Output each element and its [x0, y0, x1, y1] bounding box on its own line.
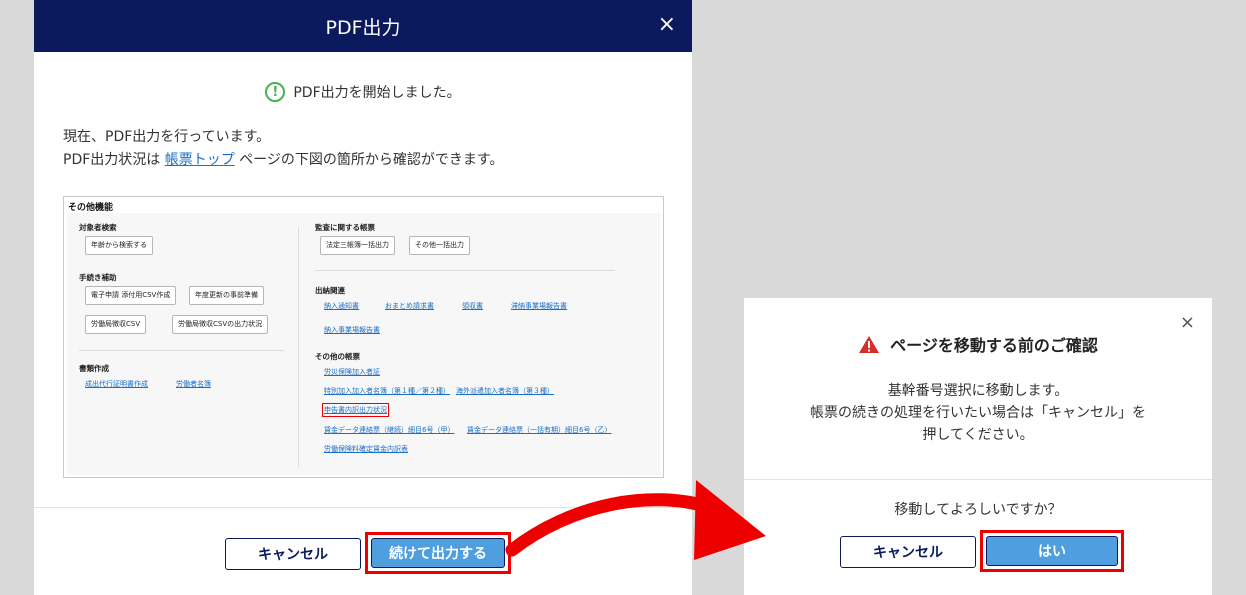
preview-pay-heading: 出納関連	[315, 286, 345, 295]
footer-divider	[34, 507, 692, 508]
status-text: PDF出力を開始しました。	[293, 85, 461, 101]
continue-output-button[interactable]: 続けて出力する	[371, 538, 505, 568]
desc-line-2-suffix: ページの下図の箇所から確認ができます。	[234, 152, 504, 168]
preview-pay-link: 納入通知書	[324, 302, 359, 310]
description: 現在、PDF出力を行っています。 PDF出力状況は 帳票トップ ページの下図の箇…	[63, 126, 504, 172]
preview-pay-link: 滞納事業場報告書	[511, 302, 567, 310]
confirm-body: 基幹番号選択に移動します。 帳票の続きの処理を行いたい場合は「キャンセル」を 押…	[744, 380, 1212, 446]
pdf-output-modal: PDF出力 × ! PDF出力を開始しました。 現在、PDF出力を行っています。…	[34, 0, 692, 595]
warning-triangle-icon	[859, 335, 880, 353]
preview-pay-link: 納入事業場報告書	[324, 326, 380, 334]
preview-other-link: 特別加入加入者名簿（第１種／第２種）	[324, 387, 450, 395]
cancel-button[interactable]: キャンセル	[840, 536, 976, 568]
cancel-button[interactable]: キャンセル	[225, 538, 361, 570]
confirm-body-line-2: 帳票の続きの処理を行いたい場合は「キャンセル」を	[810, 405, 1146, 421]
preview-panel: 対象者検索 年齢から検索する 手続き補助 電子申請 添付用CSV作成 年度更新の…	[67, 213, 661, 475]
modal-title: PDF出力	[325, 16, 401, 39]
preview-proc-button: 労働局徴収CSVの出力状況	[172, 315, 269, 334]
confirm-title-text: ページを移動する前のご確認	[890, 336, 1098, 355]
yes-button-highlight: はい	[980, 530, 1124, 572]
preview-audit-button: 法定三帳簿一括出力	[320, 236, 395, 255]
preview-other-link: 労災保険加入者証	[324, 368, 380, 376]
preview-pay-link: おまとめ請求書	[385, 302, 434, 310]
preview-other-link: 労働保険料確定賃金内訳表	[324, 445, 408, 453]
desc-line-2-prefix: PDF出力状況は	[63, 152, 165, 168]
desc-line-2: PDF出力状況は 帳票トップ ページの下図の箇所から確認ができます。	[63, 149, 504, 172]
footer-divider	[744, 479, 1212, 480]
preview-other-heading: その他の帳票	[315, 352, 360, 361]
preview-column-divider	[298, 227, 299, 467]
preview-separator	[315, 270, 615, 271]
preview-proc-button: 労働局徴収CSV	[85, 315, 147, 334]
preview-title: その他機能	[68, 203, 114, 213]
confirm-title: ページを移動する前のご確認	[744, 332, 1212, 356]
preview-proc-button: 電子申請 添付用CSV作成	[85, 286, 177, 305]
preview-proc-button: 年度更新の事前準備	[189, 286, 264, 305]
preview-highlighted-link: 申告書内訳出力状況	[322, 403, 389, 417]
confirm-question: 移動してよろしいですか？	[894, 502, 1062, 518]
preview-separator	[79, 350, 284, 351]
confirm-navigation-modal: × ページを移動する前のご確認 基幹番号選択に移動します。 帳票の続きの処理を行…	[744, 298, 1212, 595]
preview-pay-link: 領収書	[462, 302, 483, 310]
preview-docs-link: 成出代行証明書作成	[85, 380, 148, 388]
preview-other-link: 海外派遣加入者名簿（第３種）	[456, 387, 554, 395]
preview-audit-button: その他一括出力	[409, 236, 470, 255]
preview-docs-heading: 書類作成	[79, 364, 109, 373]
continue-button-highlight: 続けて出力する	[365, 532, 511, 574]
close-icon[interactable]: ×	[1180, 312, 1195, 334]
preview-other-link: 賃金データ連絡票（継続）細目6号（甲）	[324, 426, 455, 434]
confirm-body-line-1: 基幹番号選択に移動します。	[887, 383, 1069, 399]
confirm-body-line-3: 押してください。	[922, 427, 1034, 443]
preview-audit-heading: 監査に関する帳票	[315, 223, 375, 232]
preview-other-link: 賃金データ連絡票（一括有期）細目6号（乙）	[467, 426, 612, 434]
check-circle-icon: !	[265, 82, 286, 102]
screenshot-preview: その他機能 対象者検索 年齢から検索する 手続き補助 電子申請 添付用CSV作成…	[63, 196, 664, 478]
preview-search-heading: 対象者検索	[79, 223, 117, 232]
preview-docs-link: 労働者名簿	[176, 380, 211, 388]
preview-age-search-button: 年齢から検索する	[85, 236, 153, 255]
desc-line-1: 現在、PDF出力を行っています。	[63, 129, 271, 145]
form-top-link[interactable]: 帳票トップ	[165, 152, 235, 168]
yes-button[interactable]: はい	[986, 536, 1118, 566]
close-icon[interactable]: ×	[658, 12, 676, 38]
status-message: ! PDF出力を開始しました。	[34, 82, 692, 102]
preview-proc-heading: 手続き補助	[79, 273, 117, 282]
modal-header: PDF出力 ×	[34, 0, 692, 52]
